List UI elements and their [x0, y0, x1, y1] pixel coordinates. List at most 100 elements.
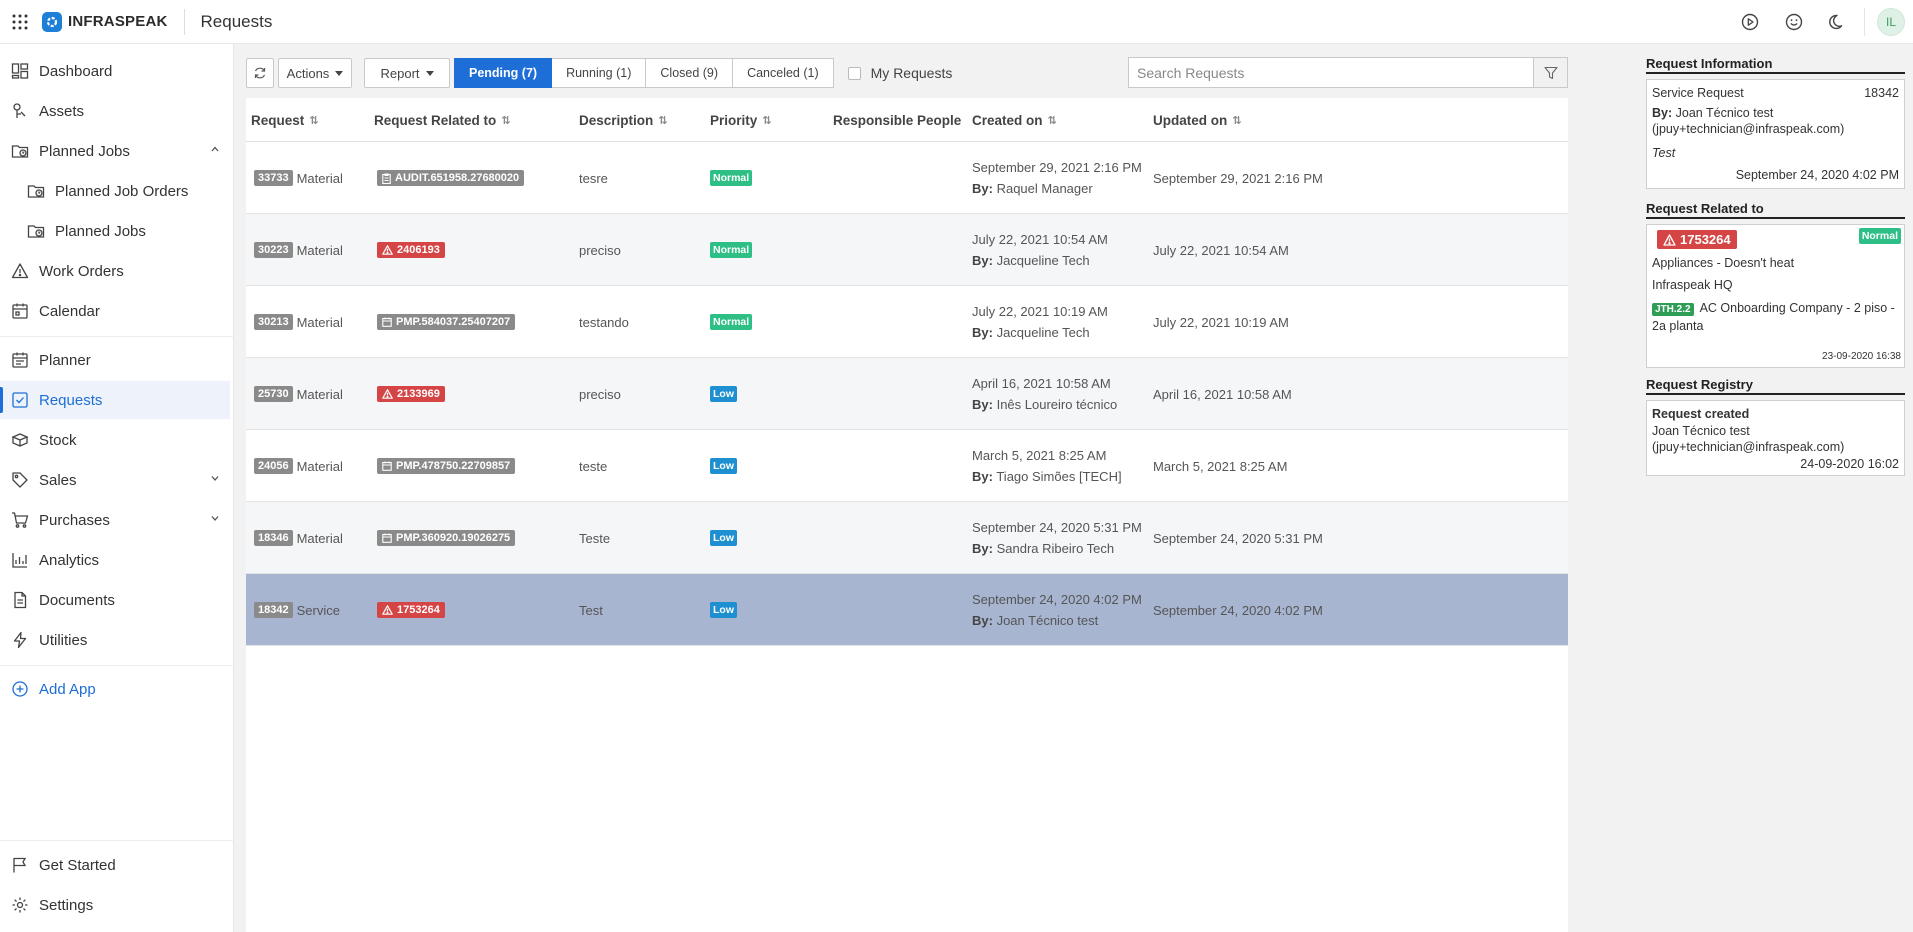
tab-canceled[interactable]: Canceled (1) [733, 58, 834, 88]
request-related-card[interactable]: 1753264 Normal Appliances - Doesn't heat… [1646, 224, 1905, 368]
request-id-badge: 33733 [254, 170, 293, 186]
tab-closed[interactable]: Closed (9) [646, 58, 734, 88]
calendar-icon [382, 317, 392, 327]
topbar-actions: IL [1728, 0, 1913, 44]
related-badge[interactable]: 2133969 [377, 386, 445, 402]
play-circle-icon[interactable] [1728, 0, 1772, 44]
calendar-icon [382, 461, 392, 471]
related-badge[interactable]: AUDIT.651958.27680020 [377, 170, 525, 186]
table-row[interactable]: 30213 Material PMP.584037.25407207 testando… [246, 286, 1568, 358]
description-cell: testando [579, 314, 629, 330]
sidebar-item-utilities[interactable]: Utilities [0, 621, 230, 659]
created-cell: September 29, 2021 2:16 PM By: Raquel Man… [972, 142, 1142, 214]
column-header-created[interactable]: Created on ⇅ [972, 98, 1057, 142]
request-id-badge: 30213 [254, 314, 293, 330]
related-work-order-badge[interactable]: 1753264 [1657, 230, 1737, 249]
document-icon [10, 590, 30, 610]
sidebar-item-assets[interactable]: Assets [0, 92, 230, 130]
topbar-divider [183, 8, 185, 35]
sidebar-item-documents[interactable]: Documents [0, 581, 230, 619]
table-row[interactable]: 25730 Material 2133969 preciso Low April 16, … [246, 358, 1568, 430]
sidebar-item-sales[interactable]: Sales [0, 461, 230, 499]
sidebar-item-stock[interactable]: Stock [0, 421, 230, 459]
sidebar-item-planned-job-orders[interactable]: Planned Job Orders [0, 172, 230, 210]
related-id: 1753264 [397, 604, 440, 616]
sidebar-item-label: Requests [39, 391, 103, 409]
my-requests-checkbox[interactable] [847, 66, 861, 80]
sidebar-item-label: Planner [39, 351, 91, 369]
table-row[interactable]: 18342 Service 1753264 Test Low September 24, … [246, 574, 1568, 646]
sidebar-item-calendar[interactable]: Calendar [0, 292, 230, 330]
priority-badge: Low [710, 530, 737, 546]
related-badge[interactable]: 1753264 [377, 602, 445, 618]
add-app-button[interactable]: Add App [0, 670, 230, 708]
request-type: Material [296, 386, 343, 402]
filter-button[interactable] [1533, 58, 1567, 87]
sidebar-item-label: Settings [39, 896, 94, 914]
warning-triangle-icon [10, 261, 30, 281]
tab-running[interactable]: Running (1) [552, 58, 647, 88]
creator-name: Inês Loureiro técnico [996, 397, 1118, 412]
table-row[interactable]: 24056 Material PMP.478750.22709857 teste Low… [246, 430, 1568, 502]
related-id: PMP.584037.25407207 [396, 316, 511, 328]
chevron-down-icon[interactable] [210, 473, 220, 483]
sidebar-item-planner[interactable]: Planner [0, 341, 230, 379]
request-information-card: Service Request 18342 By: Joan Técnico t… [1646, 79, 1905, 189]
updated-cell: April 16, 2021 10:58 AM [1153, 386, 1292, 402]
registry-event: Request created [1652, 407, 1750, 421]
sidebar-item-get-started[interactable]: Get Started [0, 846, 230, 884]
column-header-related[interactable]: Request Related to ⇅ [374, 98, 511, 142]
sidebar-item-label: Planned Job Orders [55, 182, 189, 200]
column-label: Request [251, 112, 305, 128]
apps-grid-icon[interactable] [0, 0, 40, 44]
related-badge[interactable]: PMP.584037.25407207 [377, 314, 516, 330]
column-header-updated[interactable]: Updated on ⇅ [1153, 98, 1241, 142]
sidebar-item-settings[interactable]: Settings [0, 886, 230, 924]
chart-icon [10, 550, 30, 570]
brand-logo[interactable]: INFRASPEAK [42, 11, 168, 32]
sidebar-item-label: Planned Jobs [55, 222, 146, 240]
related-badge[interactable]: PMP.478750.22709857 [377, 458, 516, 474]
column-header-request[interactable]: Request ⇅ [251, 98, 318, 142]
request-related-title: Request Related to [1646, 201, 1905, 219]
gear-icon [10, 895, 30, 915]
by-label: By: [972, 325, 993, 340]
sidebar-item-dashboard[interactable]: Dashboard [0, 52, 230, 90]
related-badge[interactable]: PMP.360920.19026275 [377, 530, 516, 546]
table-row[interactable]: 18346 Material PMP.360920.19026275 Teste Low… [246, 502, 1568, 574]
sidebar-divider [0, 336, 234, 337]
priority-cell: Low [710, 358, 737, 430]
refresh-button[interactable] [246, 58, 274, 88]
sidebar-item-analytics[interactable]: Analytics [0, 541, 230, 579]
report-dropdown[interactable]: Report [364, 58, 450, 88]
table-row[interactable]: 30223 Material 2406193 preciso Normal July 22… [246, 214, 1568, 286]
description-cell: tesre [579, 170, 608, 186]
created-cell: September 24, 2020 5:31 PM By: Sandra Rib… [972, 502, 1142, 574]
related-badge[interactable]: 2406193 [377, 242, 445, 258]
avatar[interactable]: IL [1877, 8, 1905, 36]
related-cell: PMP.584037.25407207 [377, 286, 516, 358]
tab-pending[interactable]: Pending (7) [454, 58, 553, 88]
actions-dropdown[interactable]: Actions [278, 58, 352, 88]
created-by: By: Joan Técnico test [972, 613, 1098, 628]
chevron-down-icon[interactable] [210, 513, 220, 523]
sidebar-item-purchases[interactable]: Purchases [0, 501, 230, 539]
column-header-description[interactable]: Description ⇅ [579, 98, 667, 142]
sidebar-item-planned-jobs[interactable]: Planned Jobs [0, 132, 230, 170]
related-cell: 1753264 [377, 574, 445, 646]
priority-cell: Low [710, 430, 737, 502]
moon-icon[interactable] [1816, 0, 1860, 44]
author-name: Joan Técnico test [1675, 106, 1774, 120]
sidebar-item-requests[interactable]: Requests [0, 381, 230, 419]
search-input[interactable] [1129, 58, 1533, 87]
table-row[interactable]: 33733 Material AUDIT.651958.27680020 tesre N… [246, 142, 1568, 214]
sidebar-item-label: Get Started [39, 856, 116, 874]
top-bar: INFRASPEAK Requests IL [0, 0, 1913, 44]
created-date: September 24, 2020 4:02 PM [972, 592, 1142, 607]
column-header-priority[interactable]: Priority ⇅ [710, 98, 771, 142]
chevron-up-icon[interactable] [210, 144, 220, 154]
smiley-icon[interactable] [1772, 0, 1816, 44]
sidebar-item-work-orders[interactable]: Work Orders [0, 252, 230, 290]
my-requests-toggle[interactable]: My Requests [847, 65, 952, 81]
sidebar-item-planned-jobs-sub[interactable]: Planned Jobs [0, 212, 230, 250]
